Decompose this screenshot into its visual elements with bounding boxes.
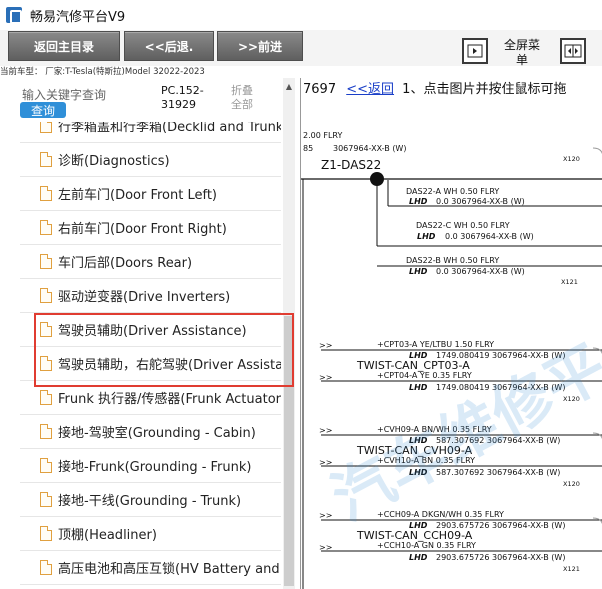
twist-wire-b-tag: LHD: [409, 383, 428, 392]
tree-item-label: 车门后部(Doors Rear): [58, 256, 193, 271]
forward-button[interactable]: >>前进: [217, 31, 303, 61]
title-bar: 畅易汽修平台V9: [0, 0, 602, 30]
home-button[interactable]: 返回主目录: [8, 31, 120, 61]
tree-item-label: 接地-驾驶室(Grounding - Cabin): [58, 426, 256, 441]
svg-text:LHD: LHD: [409, 267, 428, 276]
tree-item-label: 驱动逆变器(Drive Inverters): [58, 290, 231, 305]
tree-item-label: 顶棚(Headliner): [58, 528, 157, 543]
collapse-panel-button[interactable]: [560, 38, 586, 64]
fullscreen-menu-label[interactable]: 全屏菜单: [504, 38, 540, 68]
expand-right-icon: [467, 44, 483, 58]
diagram-panel: 7697 <<返回 1、点击图片并按住鼠标可拖 2.00 FLRY 85 306…: [300, 78, 602, 589]
svg-text:0.0 3067964-XX-B (W): 0.0 3067964-XX-B (W): [445, 232, 534, 241]
tree-item-doors-rear[interactable]: 车门后部(Doors Rear): [20, 245, 281, 279]
file-icon: [40, 220, 52, 235]
tree-item-grounding-trunk[interactable]: 接地-干线(Grounding - Trunk): [20, 483, 281, 517]
file-icon: [40, 526, 52, 541]
twist-wire-b-detail: 2903.675726 3067964-XX-B (W): [436, 553, 565, 562]
tree-item-grounding-frunk[interactable]: 接地-Frunk(Grounding - Frunk): [20, 449, 281, 483]
diagram-top-part: 3067964-XX-B (W): [333, 144, 406, 153]
connector-ref: X120: [563, 480, 580, 488]
twist-wire-a-label: +CPT03-A YE/LTBU 1.50 FLRY: [377, 340, 494, 349]
tree-item-hv-battery[interactable]: 高压电池和高压互锁(HV Battery and: [20, 551, 281, 585]
connector-ref: X120: [563, 395, 580, 403]
tree-item-label: 诊断(Diagnostics): [58, 154, 170, 169]
document-code: PC.152- 31929: [161, 84, 204, 111]
twist-wire-b-detail: 587.307692 3067964-XX-B (W): [436, 468, 560, 477]
file-icon: [40, 288, 52, 303]
svg-text:DAS22-B WH 0.50 FLRY: DAS22-B WH 0.50 FLRY: [406, 256, 499, 265]
tree-item-door-front-right[interactable]: 右前车门(Door Front Right): [20, 211, 281, 245]
svg-text:X120: X120: [563, 155, 580, 163]
diagram-header: 7697 <<返回 1、点击图片并按住鼠标可拖: [303, 78, 567, 97]
file-icon: [40, 186, 52, 201]
file-icon: [40, 152, 52, 167]
file-icon: [40, 492, 52, 507]
page-number: 7697: [303, 82, 337, 97]
svg-text:LHD: LHD: [409, 197, 428, 206]
diagram-top-code: 2.00 FLRY: [303, 131, 342, 140]
twist-wire-a-label: >>: [319, 511, 332, 520]
svg-text:X121: X121: [561, 278, 578, 286]
twist-wire-a-label: +CVH09-A BN/WH 0.35 FLRY: [377, 425, 492, 434]
file-icon: [40, 254, 52, 269]
twist-wire-a-label: >>: [319, 341, 332, 350]
collapse-all-button[interactable]: 折叠 全部: [231, 84, 253, 112]
toolbar: 返回主目录 <<后退. >>前进 全屏菜单: [0, 30, 602, 68]
file-icon: [40, 122, 52, 133]
app-logo-icon: [6, 7, 22, 24]
search-area: 输入关键字查询 查询 PC.152- 31929 折叠 全部: [0, 78, 298, 122]
twisted-pair-group: >> +CPT03-A YE/LTBU 1.50 FLRY LHD 1749.0804…: [319, 340, 602, 573]
tree-item-decklid[interactable]: 行李箱盖和行李箱(Decklid and Trunk: [20, 122, 281, 143]
svg-text:0.0 3067964-XX-B (W): 0.0 3067964-XX-B (W): [436, 197, 525, 206]
tree-item-diagnostics[interactable]: 诊断(Diagnostics): [20, 143, 281, 177]
twist-wire-b-label: +CVH10-A BN 0.35 FLRY: [377, 456, 475, 465]
tree-item-label: 行李箱盖和行李箱(Decklid and Trunk: [58, 122, 281, 135]
svg-text:0.0 3067964-XX-B (W): 0.0 3067964-XX-B (W): [436, 267, 525, 276]
split-arrows-icon: [564, 44, 582, 58]
expand-panel-button[interactable]: [462, 38, 488, 64]
query-button[interactable]: 查询: [20, 102, 66, 118]
svg-text:DAS22-A WH 0.50 FLRY: DAS22-A WH 0.50 FLRY: [406, 187, 499, 196]
current-vehicle-info: 当前车型： 厂家:T-Tesla(特斯拉)Model 32022-2023: [0, 67, 205, 77]
search-input[interactable]: 输入关键字查询: [22, 86, 106, 103]
twist-wire-b-label: +CPT04-A YE 0.35 FLRY: [377, 371, 472, 380]
twist-wire-b-tag: LHD: [409, 468, 428, 477]
twist-wire-a-label: >>: [319, 426, 332, 435]
svg-text:汽车维修平台: 汽车维修平台: [321, 304, 602, 535]
twist-wire-b-tag: LHD: [409, 553, 428, 562]
file-icon: [40, 560, 52, 575]
connector-ref: X121: [563, 565, 580, 573]
twist-wire-a-label: +CCH09-A DKGN/WH 0.35 FLRY: [377, 510, 504, 519]
tree-item-label: 接地-干线(Grounding - Trunk): [58, 494, 242, 509]
wiring-diagram[interactable]: 2.00 FLRY 85 3067964-XX-B (W) Z1-DAS22 D…: [301, 98, 602, 589]
tree-item-label: 接地-Frunk(Grounding - Frunk): [58, 460, 252, 475]
scroll-up-arrow-icon[interactable]: ▲: [283, 78, 295, 94]
instruction-text: 1、点击图片并按住鼠标可拖: [402, 82, 567, 97]
tree-item-headliner[interactable]: 顶棚(Headliner): [20, 517, 281, 551]
watermark: 汽车维修平台: [321, 304, 602, 535]
diagram-top-num: 85: [303, 144, 313, 153]
tree-item-drive-inverters[interactable]: 驱动逆变器(Drive Inverters): [20, 279, 281, 313]
node-label: Z1-DAS22: [321, 158, 381, 172]
svg-text:DAS22-C WH 0.50 FLRY: DAS22-C WH 0.50 FLRY: [416, 221, 510, 230]
tree-item-label: 右前车门(Door Front Right): [58, 222, 227, 237]
file-icon: [40, 458, 52, 473]
tree-item-label: 高压电池和高压互锁(HV Battery and: [58, 562, 280, 577]
twist-wire-b-detail: 1749.080419 3067964-XX-B (W): [436, 383, 565, 392]
file-icon: [40, 424, 52, 439]
file-icon: [40, 390, 52, 405]
tree-item-label: 左前车门(Door Front Left): [58, 188, 218, 203]
twist-wire-b-label: +CCH10-A GN 0.35 FLRY: [377, 541, 476, 550]
highlight-annotation-box: [34, 313, 294, 387]
tree-item-label: Frunk 执行器/传感器(Frunk Actuator,: [58, 392, 281, 407]
return-link[interactable]: <<返回: [346, 82, 394, 97]
tree-item-grounding-cabin[interactable]: 接地-驾驶室(Grounding - Cabin): [20, 415, 281, 449]
window-title: 畅易汽修平台V9: [30, 9, 126, 25]
svg-text:LHD: LHD: [417, 232, 436, 241]
tree-item-door-front-left[interactable]: 左前车门(Door Front Left): [20, 177, 281, 211]
back-button[interactable]: <<后退.: [124, 31, 214, 61]
